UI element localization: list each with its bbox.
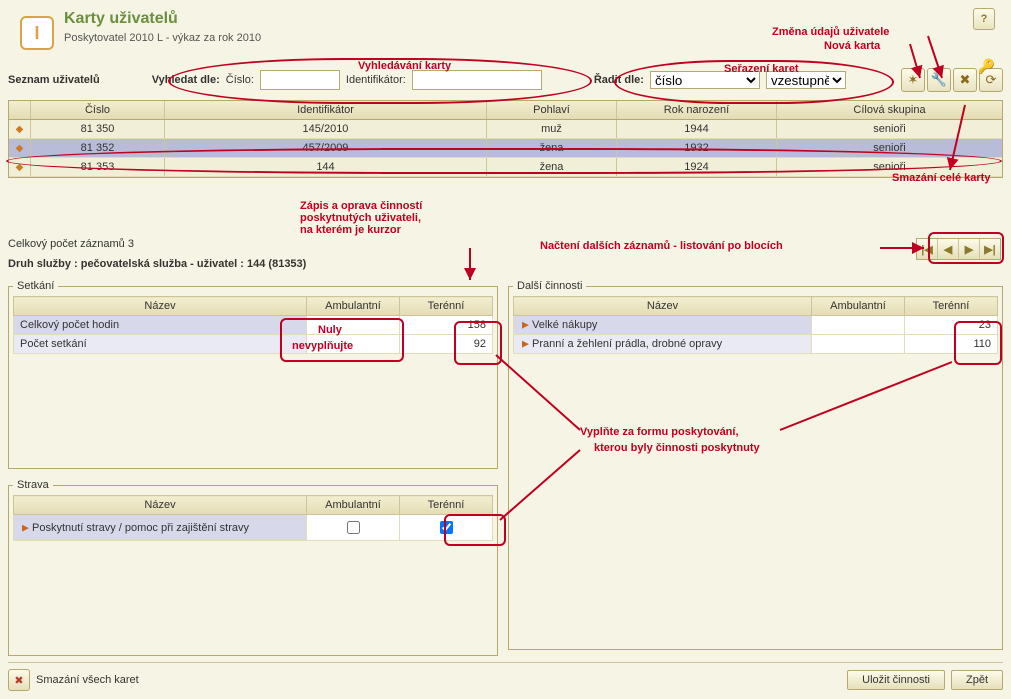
- dalsi-ter[interactable]: 110: [905, 335, 998, 354]
- dalsi-ter[interactable]: 23: [905, 316, 998, 335]
- footer: ✖ Smazání všech karet Uložit činnosti Zp…: [8, 662, 1003, 691]
- setkani-ter[interactable]: 158: [400, 316, 493, 335]
- section-label: Seznam uživatelů: [8, 74, 100, 86]
- cell-skupina: senioři: [777, 120, 1002, 138]
- dalsi-col-name: Název: [514, 297, 812, 316]
- users-grid: Číslo Identifikátor Pohlaví Rok narození…: [8, 100, 1003, 178]
- cell-cislo: 81 350: [31, 120, 165, 138]
- page-subtitle: Poskytovatel 2010 L - výkaz za rok 2010: [64, 28, 1003, 44]
- dalsi-name: ▶Pranní a žehlení prádla, drobné opravy: [514, 335, 812, 354]
- cell-pohlavi: muž: [487, 120, 617, 138]
- cislo-label: Číslo:: [226, 74, 254, 86]
- help-button[interactable]: ?: [973, 8, 995, 30]
- strava-ter-checkbox[interactable]: [440, 521, 453, 534]
- delete-all-icon[interactable]: ✖: [8, 669, 30, 691]
- table-row[interactable]: ◆ 81 353144žena1924senioři: [9, 158, 1002, 177]
- sort-label: Řadit dle:: [594, 74, 644, 86]
- row-marker-icon: ◆: [16, 143, 24, 154]
- row-marker-icon: ▶: [522, 320, 529, 331]
- strava-row: ▶Poskytnutí stravy / pomoc při zajištění…: [14, 515, 493, 541]
- row-marker-icon: ◆: [16, 162, 24, 173]
- search-ident-input[interactable]: [412, 70, 542, 90]
- row-marker-icon: ▶: [522, 339, 529, 350]
- page-title: Karty uživatelů: [64, 8, 1003, 28]
- dalsi-amb[interactable]: [812, 316, 905, 335]
- app-logo-icon: I: [20, 16, 54, 50]
- edit-card-button[interactable]: 🔧: [927, 68, 951, 92]
- strava-amb[interactable]: [307, 515, 400, 541]
- cell-skupina: senioři: [777, 139, 1002, 157]
- service-type-label: Druh služby : pečovatelská služba - uživ…: [8, 258, 1003, 270]
- cell-cislo: 81 352: [31, 139, 165, 157]
- dalsi-col-ter: Terénní: [905, 297, 998, 316]
- strava-amb-checkbox[interactable]: [347, 521, 360, 534]
- row-marker-icon: ▶: [22, 522, 29, 533]
- dalsi-col-amb: Ambulantní: [812, 297, 905, 316]
- pager-prev[interactable]: ◀: [938, 239, 959, 259]
- cell-ident: 145/2010: [165, 120, 487, 138]
- cell-rok: 1932: [617, 139, 777, 157]
- new-card-button[interactable]: ✶: [901, 68, 925, 92]
- table-row[interactable]: ◆ 81 352457/2009žena1932senioři: [9, 139, 1002, 158]
- dalsi-amb[interactable]: [812, 335, 905, 354]
- dalsi-row: ▶Pranní a žehlení prádla, drobné opravy 1…: [514, 335, 998, 354]
- ident-label: Identifikátor:: [346, 74, 406, 86]
- strava-legend: Strava: [13, 479, 53, 491]
- pager-next[interactable]: ▶: [959, 239, 980, 259]
- dalsi-name: ▶Velké nákupy: [514, 316, 812, 335]
- total-count: Celkový počet záznamů 3: [8, 238, 1003, 250]
- search-cislo-input[interactable]: [260, 70, 340, 90]
- cell-cislo: 81 353: [31, 158, 165, 176]
- setkani-name: Počet setkání: [14, 335, 307, 354]
- setkani-panel: Setkání Název Ambulantní Terénní Celkový…: [8, 280, 498, 469]
- pager-last[interactable]: ▶|: [980, 239, 1000, 259]
- cell-rok: 1924: [617, 158, 777, 176]
- setkani-ter[interactable]: 92: [400, 335, 493, 354]
- pager: |◀ ◀ ▶ ▶|: [916, 238, 1001, 260]
- cell-rok: 1944: [617, 120, 777, 138]
- col-skupina[interactable]: Cílová skupina: [777, 101, 1002, 119]
- sort-dir-select[interactable]: vzestupně: [766, 71, 846, 89]
- sort-field-select[interactable]: číslo: [650, 71, 760, 89]
- cell-pohlavi: žena: [487, 158, 617, 176]
- col-pohlavi[interactable]: Pohlaví: [487, 101, 617, 119]
- setkani-col-ter: Terénní: [400, 297, 493, 316]
- search-label: Vyhledat dle:: [152, 74, 220, 86]
- cell-skupina: senioři: [777, 158, 1002, 176]
- delete-card-button[interactable]: ✖: [953, 68, 977, 92]
- key-icon[interactable]: 🔑: [978, 58, 995, 75]
- dalsi-legend: Další činnosti: [513, 280, 586, 292]
- pager-first[interactable]: |◀: [917, 239, 938, 259]
- setkani-row: Celkový počet hodin 158: [14, 316, 493, 335]
- setkani-amb[interactable]: [307, 316, 400, 335]
- col-rok[interactable]: Rok narození: [617, 101, 777, 119]
- setkani-legend: Setkání: [13, 280, 58, 292]
- strava-name: ▶Poskytnutí stravy / pomoc při zajištění…: [14, 515, 307, 541]
- setkani-col-amb: Ambulantní: [307, 297, 400, 316]
- col-icon: [9, 101, 31, 119]
- strava-col-name: Název: [14, 496, 307, 515]
- strava-panel: Strava Název Ambulantní Terénní ▶Poskytn…: [8, 479, 498, 656]
- setkani-amb[interactable]: [307, 335, 400, 354]
- save-button[interactable]: Uložit činnosti: [847, 670, 945, 690]
- setkani-row: Počet setkání 92: [14, 335, 493, 354]
- delete-all-label: Smazání všech karet: [36, 674, 139, 686]
- cell-ident: 457/2009: [165, 139, 487, 157]
- strava-col-ter: Terénní: [400, 496, 493, 515]
- col-cislo[interactable]: Číslo: [31, 101, 165, 119]
- cell-ident: 144: [165, 158, 487, 176]
- dalsi-panel: Další činnosti Název Ambulantní Terénní …: [508, 280, 1003, 650]
- back-button[interactable]: Zpět: [951, 670, 1003, 690]
- row-marker-icon: ◆: [16, 124, 24, 135]
- table-row[interactable]: ◆ 81 350145/2010muž1944senioři: [9, 120, 1002, 139]
- col-ident[interactable]: Identifikátor: [165, 101, 487, 119]
- dalsi-row: ▶Velké nákupy 23: [514, 316, 998, 335]
- strava-ter[interactable]: [400, 515, 493, 541]
- setkani-col-name: Název: [14, 297, 307, 316]
- annotation-edit-activities: Zápis a oprava činností poskytnutých uži…: [300, 200, 422, 236]
- setkani-name: Celkový počet hodin: [14, 316, 307, 335]
- cell-pohlavi: žena: [487, 139, 617, 157]
- strava-col-amb: Ambulantní: [307, 496, 400, 515]
